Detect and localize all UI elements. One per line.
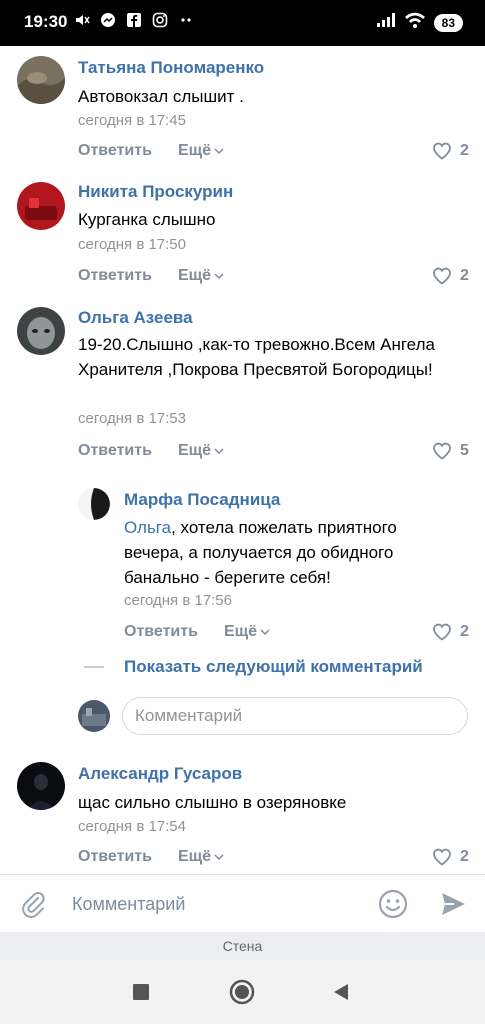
wall-tab[interactable]: Стена bbox=[0, 932, 485, 960]
avatar[interactable] bbox=[17, 307, 65, 355]
comment-input[interactable] bbox=[72, 887, 362, 921]
attach-icon[interactable] bbox=[18, 889, 48, 924]
send-icon[interactable] bbox=[438, 889, 468, 924]
comment: Никита Проскурин Курганка слышно сегодня… bbox=[0, 170, 485, 296]
avatar[interactable] bbox=[17, 762, 65, 810]
mention-link[interactable]: Ольга bbox=[124, 518, 171, 537]
instagram-icon bbox=[152, 12, 168, 28]
comment-time[interactable]: сегодня в 17:45 bbox=[78, 112, 186, 129]
reply-comment-input-box[interactable] bbox=[122, 697, 468, 735]
status-time: 19:30 bbox=[24, 12, 68, 31]
like-button[interactable]: 2 bbox=[432, 142, 469, 160]
heart-icon bbox=[433, 267, 451, 285]
chevron-down-icon bbox=[214, 854, 224, 861]
emoji-icon[interactable] bbox=[377, 888, 409, 925]
comment-text-content: 19-20.Слышно ,как-то тревожно.Всем Ангел… bbox=[78, 335, 435, 379]
comment-time[interactable]: сегодня в 17:56 bbox=[124, 592, 232, 609]
reply-button[interactable]: Ответить bbox=[78, 442, 152, 460]
heart-icon bbox=[433, 848, 451, 866]
comment-author[interactable]: Александр Гусаров bbox=[78, 764, 242, 784]
my-avatar bbox=[78, 700, 110, 732]
more-dots-icon bbox=[178, 12, 194, 28]
reply-button[interactable]: Ответить bbox=[78, 267, 152, 285]
heart-icon bbox=[433, 623, 451, 641]
avatar[interactable] bbox=[17, 182, 65, 230]
comment-text: 19-20.Слышно ,как-то тревожно.Всем Ангел… bbox=[78, 332, 448, 382]
chevron-down-icon bbox=[214, 148, 224, 155]
status-bar: 19:30 83 bbox=[0, 0, 485, 46]
like-button[interactable]: 2 bbox=[432, 267, 469, 285]
like-count: 2 bbox=[460, 267, 469, 284]
more-label: Ещё bbox=[178, 267, 212, 284]
wifi-icon bbox=[404, 12, 426, 33]
back-icon[interactable] bbox=[332, 983, 350, 1006]
comment-text: щас сильно слышно в озеряновке bbox=[78, 790, 468, 815]
comment-text: Курганка слышно bbox=[78, 207, 468, 232]
like-button[interactable]: 5 bbox=[432, 442, 469, 460]
comment: Татьяна Пономаренко Автовокзал слышит . … bbox=[0, 46, 485, 170]
comment-author[interactable]: Никита Проскурин bbox=[78, 182, 233, 202]
more-button[interactable]: Ещё bbox=[178, 848, 224, 866]
show-next-comment-link[interactable]: Показать следующий комментарий bbox=[84, 657, 423, 677]
more-label: Ещё bbox=[178, 142, 212, 159]
battery-icon: 83 bbox=[433, 13, 463, 32]
more-button[interactable]: Ещё bbox=[224, 623, 270, 641]
reply-comment-input[interactable] bbox=[123, 698, 467, 734]
system-navbar bbox=[0, 960, 485, 1024]
comment-text: Ольга, хотела пожелать приятного вечера,… bbox=[124, 515, 444, 590]
reply-button[interactable]: Ответить bbox=[78, 848, 152, 866]
chevron-down-icon bbox=[214, 448, 224, 455]
more-label: Ещё bbox=[224, 623, 258, 640]
comment-time[interactable]: сегодня в 17:50 bbox=[78, 236, 186, 253]
chevron-down-icon bbox=[260, 629, 270, 636]
signal-icon bbox=[376, 12, 396, 33]
more-label: Ещё bbox=[178, 848, 212, 865]
like-count: 2 bbox=[460, 623, 469, 640]
more-button[interactable]: Ещё bbox=[178, 442, 224, 460]
heart-icon bbox=[433, 442, 451, 460]
comment: Александр Гусаров щас сильно слышно в оз… bbox=[0, 750, 485, 874]
like-count: 5 bbox=[460, 442, 469, 459]
comment-text: Автовокзал слышит . bbox=[78, 84, 468, 109]
comment-author[interactable]: Марфа Посадница bbox=[124, 490, 280, 510]
comment-text-content: щас сильно слышно в озеряновке bbox=[78, 793, 347, 812]
more-button[interactable]: Ещё bbox=[178, 142, 224, 160]
comment-time[interactable]: сегодня в 17:53 bbox=[78, 410, 186, 427]
like-button[interactable]: 2 bbox=[432, 623, 469, 641]
messenger-icon bbox=[100, 12, 116, 28]
wall-tab-label: Стена bbox=[222, 938, 263, 954]
mute-icon bbox=[74, 12, 90, 28]
chevron-down-icon bbox=[214, 273, 224, 280]
comment-author[interactable]: Татьяна Пономаренко bbox=[78, 58, 264, 78]
system-icons: 83 bbox=[376, 12, 463, 33]
avatar[interactable] bbox=[17, 56, 65, 104]
recent-apps-icon[interactable] bbox=[133, 984, 149, 1005]
notification-icons bbox=[74, 12, 194, 28]
reply-button[interactable]: Ответить bbox=[124, 623, 198, 641]
reply-comment: Марфа Посадница Ольга, хотела пожелать п… bbox=[0, 472, 485, 652]
comment-time[interactable]: сегодня в 17:54 bbox=[78, 818, 186, 835]
like-button[interactable]: 2 bbox=[432, 848, 469, 866]
comment-author[interactable]: Ольга Азеева bbox=[78, 308, 193, 328]
comment-text-content: Курганка слышно bbox=[78, 210, 216, 229]
comment-composer bbox=[0, 874, 485, 932]
comment-text-content: Автовокзал слышит . bbox=[78, 87, 244, 106]
more-label: Ещё bbox=[178, 442, 212, 459]
like-count: 2 bbox=[460, 142, 469, 159]
reply-button[interactable]: Ответить bbox=[78, 142, 152, 160]
heart-icon bbox=[433, 142, 451, 160]
divider bbox=[84, 666, 104, 668]
home-icon[interactable] bbox=[229, 979, 255, 1010]
facebook-icon bbox=[126, 12, 142, 28]
more-button[interactable]: Ещё bbox=[178, 267, 224, 285]
show-next-label: Показать следующий комментарий bbox=[124, 657, 423, 676]
comments-feed[interactable]: Татьяна Пономаренко Автовокзал слышит . … bbox=[0, 46, 485, 874]
comment: Ольга Азеева 19-20.Слышно ,как-то тревож… bbox=[0, 296, 485, 472]
avatar[interactable] bbox=[78, 488, 110, 520]
like-count: 2 bbox=[460, 848, 469, 865]
